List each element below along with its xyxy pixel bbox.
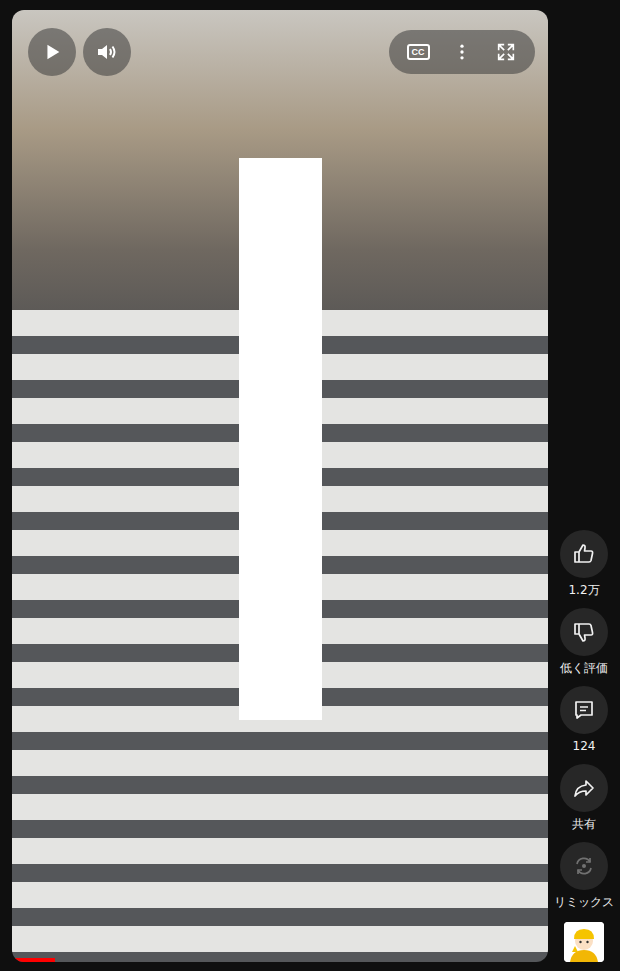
action-label: リミックス — [554, 894, 614, 910]
action-label: 低く評価 — [560, 660, 608, 676]
fullscreen-icon — [495, 41, 517, 63]
thumbs-up-icon — [572, 542, 596, 566]
action-label: 共有 — [572, 816, 596, 832]
progress-bar[interactable] — [12, 958, 548, 962]
action-bar: 1.2万低く評価 124 共有リミックス — [548, 10, 620, 962]
action-label: 1.2万 — [568, 582, 599, 598]
thumbs-down-icon — [572, 620, 596, 644]
action-label: 124 — [573, 738, 596, 754]
volume-button[interactable] — [83, 28, 131, 76]
more-button[interactable] — [441, 32, 483, 72]
dislike-button[interactable] — [560, 608, 608, 656]
action-item: 低く評価 — [560, 608, 608, 676]
like-button[interactable] — [560, 530, 608, 578]
player-controls: CC — [28, 28, 535, 76]
speaker-icon — [95, 40, 119, 64]
captions-button[interactable]: CC — [397, 32, 439, 72]
video-player[interactable]: CC — [12, 10, 548, 962]
video-frame — [12, 10, 548, 962]
action-item: 124 — [560, 686, 608, 754]
player-options: CC — [389, 30, 535, 74]
action-item: 共有 — [560, 764, 608, 832]
more-icon — [452, 42, 472, 62]
share-icon — [572, 776, 596, 800]
comment-icon — [572, 698, 596, 722]
remix-button[interactable] — [560, 842, 608, 890]
comments-button[interactable] — [560, 686, 608, 734]
action-item: 1.2万 — [560, 530, 608, 598]
play-button[interactable] — [28, 28, 76, 76]
fullscreen-button[interactable] — [485, 32, 527, 72]
avatar-icon — [564, 922, 604, 962]
remix-icon — [572, 854, 596, 878]
shorts-page: CC 1.2万低く評価 124 共有リミックス — [0, 0, 620, 971]
share-button[interactable] — [560, 764, 608, 812]
action-item: リミックス — [554, 842, 614, 910]
play-icon — [41, 41, 63, 63]
captions-icon: CC — [407, 44, 430, 61]
channel-avatar[interactable] — [564, 922, 604, 962]
